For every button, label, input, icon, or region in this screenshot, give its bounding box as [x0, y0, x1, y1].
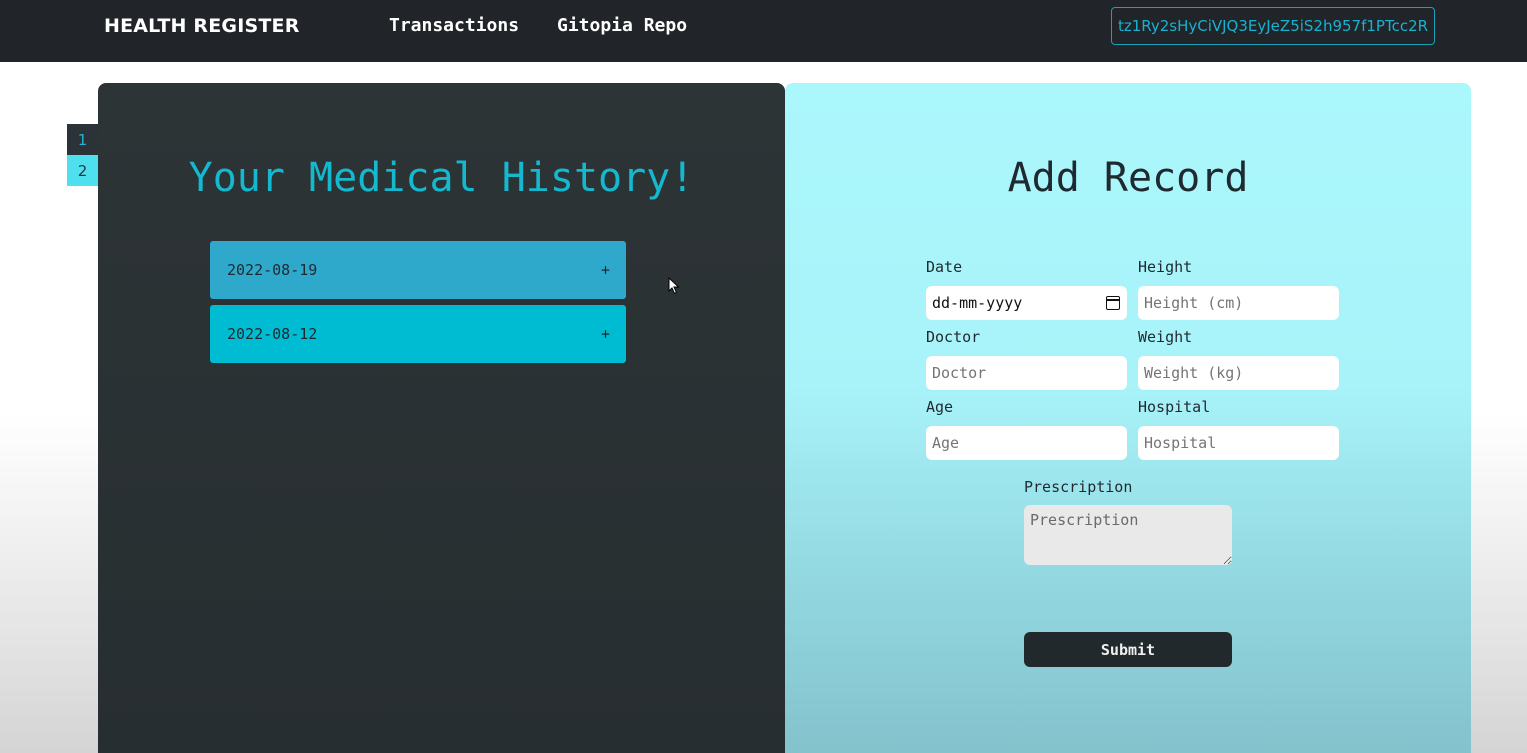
record-item[interactable]: 2022-08-12 +: [210, 305, 626, 363]
doctor-label: Doctor: [926, 328, 981, 346]
mouse-pointer-icon: [668, 277, 680, 295]
medical-history-panel: Your Medical History! 2022-08-19 + 2022-…: [98, 83, 785, 753]
add-record-panel: Add Record Date dd-mm-yyyy Height Doctor…: [785, 83, 1471, 753]
history-title: Your Medical History!: [188, 155, 695, 201]
pagination: 1 2: [67, 124, 98, 186]
weight-field[interactable]: [1138, 356, 1339, 390]
age-field[interactable]: [926, 426, 1127, 460]
add-record-title: Add Record: [1007, 155, 1249, 201]
hospital-field[interactable]: [1138, 426, 1339, 460]
page-2-button[interactable]: 2: [67, 155, 98, 186]
wallet-address-button[interactable]: tz1Ry2sHyCiVJQ3EyJeZ5iS2h957f1PTcc2R: [1111, 7, 1435, 45]
record-date: 2022-08-12: [227, 325, 318, 343]
prescription-field[interactable]: [1024, 505, 1232, 565]
expand-icon[interactable]: +: [601, 325, 610, 343]
hospital-label: Hospital: [1138, 398, 1211, 416]
nav-link-gitopia-repo[interactable]: Gitopia Repo: [557, 15, 687, 36]
height-field[interactable]: [1138, 286, 1339, 320]
date-label: Date: [926, 258, 963, 276]
top-navbar: HEALTH REGISTER Transactions Gitopia Rep…: [0, 0, 1527, 62]
height-label: Height: [1138, 258, 1193, 276]
doctor-field[interactable]: [926, 356, 1127, 390]
nav-link-transactions[interactable]: Transactions: [389, 15, 519, 36]
record-date: 2022-08-19: [227, 261, 318, 279]
date-value: dd-mm-yyyy: [932, 294, 1023, 312]
prescription-label: Prescription: [1024, 478, 1133, 496]
record-item[interactable]: 2022-08-19 +: [210, 241, 626, 299]
brand-title[interactable]: HEALTH REGISTER: [104, 15, 300, 37]
calendar-icon[interactable]: [1106, 296, 1120, 310]
weight-label: Weight: [1138, 328, 1193, 346]
page-1-button[interactable]: 1: [67, 124, 98, 155]
age-label: Age: [926, 398, 954, 416]
expand-icon[interactable]: +: [601, 261, 610, 279]
submit-button[interactable]: Submit: [1024, 632, 1232, 667]
date-field[interactable]: dd-mm-yyyy: [926, 286, 1127, 320]
